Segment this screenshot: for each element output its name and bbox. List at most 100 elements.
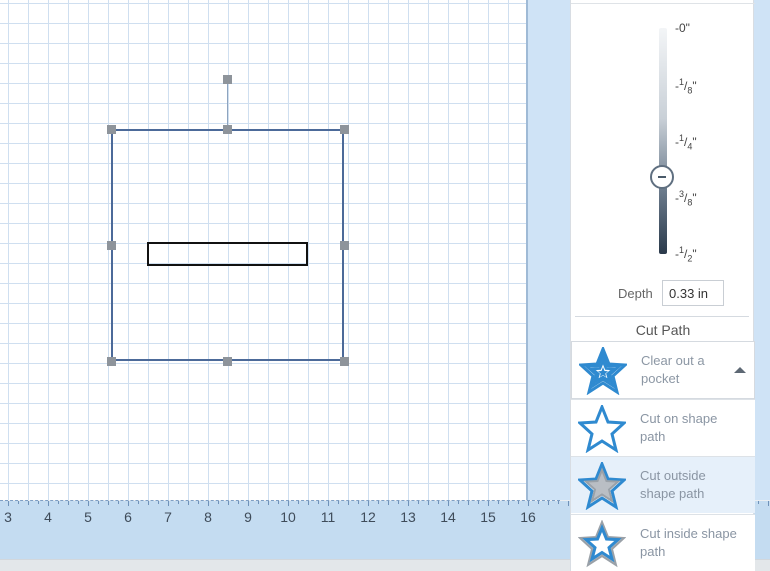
ruler-tick bbox=[98, 501, 99, 504]
ruler-tick bbox=[448, 501, 449, 506]
ruler-tick bbox=[268, 501, 269, 505]
ruler-tick bbox=[138, 501, 139, 504]
ruler-tick bbox=[208, 501, 209, 506]
ruler-tick bbox=[348, 501, 349, 505]
option-cut-outside[interactable]: Cut outside shape path bbox=[571, 456, 755, 513]
ruler-tick bbox=[188, 501, 189, 505]
cut-path-selected-label: Clear out a pocket bbox=[641, 353, 705, 386]
ruler-tick bbox=[118, 501, 119, 504]
ruler-tick bbox=[218, 501, 219, 504]
ruler-tick bbox=[378, 501, 379, 504]
ruler-tick bbox=[398, 501, 399, 504]
ruler-tick bbox=[78, 501, 79, 504]
ruler-tick bbox=[58, 501, 59, 504]
ruler-tick bbox=[108, 501, 109, 505]
ruler-label: 9 bbox=[244, 509, 252, 525]
ruler-tick bbox=[418, 501, 419, 504]
resize-handle-bottom-right[interactable] bbox=[340, 357, 349, 366]
ruler-tick bbox=[48, 501, 49, 506]
ruler-tick bbox=[18, 501, 19, 504]
ruler-tick bbox=[558, 501, 559, 504]
resize-handle-bottom[interactable] bbox=[223, 357, 232, 366]
ruler-tick bbox=[528, 501, 529, 506]
resize-handle-top[interactable] bbox=[223, 125, 232, 134]
ruler-tick bbox=[168, 501, 169, 506]
option-label: Cut outside shape path bbox=[640, 468, 706, 501]
ruler-tick bbox=[38, 501, 39, 504]
ruler-label: 16 bbox=[520, 509, 536, 525]
resize-handle-left[interactable] bbox=[107, 241, 116, 250]
option-cut-on-path[interactable]: Cut on shape path bbox=[571, 399, 755, 456]
ruler-tick bbox=[258, 501, 259, 504]
ruler-tick bbox=[338, 501, 339, 504]
ruler-tick bbox=[488, 501, 489, 506]
ruler-tick bbox=[358, 501, 359, 504]
rotation-stem bbox=[227, 84, 228, 130]
depth-tick-1-4: -1/4" bbox=[675, 133, 697, 152]
rotate-handle[interactable] bbox=[223, 75, 232, 84]
ruler-tick bbox=[388, 501, 389, 505]
ruler-tick bbox=[508, 501, 509, 505]
resize-handle-top-right[interactable] bbox=[340, 125, 349, 134]
ruler-tick bbox=[198, 501, 199, 504]
ruler-tick bbox=[308, 501, 309, 505]
ruler-tick bbox=[88, 501, 89, 506]
option-cut-inside[interactable]: Cut inside shape path bbox=[571, 514, 755, 571]
ruler-tick bbox=[178, 501, 179, 504]
ruler-tick bbox=[428, 501, 429, 505]
ruler-label: 7 bbox=[164, 509, 172, 525]
depth-tick-1-2: -1/2" bbox=[675, 245, 697, 264]
resize-handle-bottom-left[interactable] bbox=[107, 357, 116, 366]
depth-tick-1-8: -1/8" bbox=[675, 77, 697, 96]
ruler-tick bbox=[278, 501, 279, 504]
panel-top-border bbox=[571, 0, 755, 4]
cut-path-title: Cut Path bbox=[635, 322, 691, 338]
ruler-tick bbox=[518, 501, 519, 504]
ruler-tick bbox=[28, 501, 29, 505]
star-outside-icon bbox=[578, 462, 626, 510]
ruler-tick bbox=[438, 501, 439, 504]
cut-path-dropdown[interactable]: Clear out a pocket bbox=[571, 341, 755, 399]
ruler-label: 5 bbox=[84, 509, 92, 525]
ruler-label: 6 bbox=[124, 509, 132, 525]
ruler-tick bbox=[498, 501, 499, 504]
ruler-label: 8 bbox=[204, 509, 212, 525]
ruler-tick bbox=[458, 501, 459, 504]
depth-slider-track[interactable] bbox=[659, 28, 667, 254]
chevron-up-icon bbox=[734, 367, 746, 373]
ruler-label: 3 bbox=[4, 509, 12, 525]
ruler-tick bbox=[368, 501, 369, 506]
ruler-tick bbox=[478, 501, 479, 504]
ruler-tick bbox=[158, 501, 159, 504]
ruler-tick bbox=[318, 501, 319, 504]
depth-label: Depth bbox=[618, 286, 653, 301]
option-label: Cut inside shape path bbox=[640, 526, 737, 559]
ruler-tick bbox=[148, 501, 149, 505]
ruler-label: 11 bbox=[320, 509, 336, 525]
ruler-tick bbox=[408, 501, 409, 506]
depth-slider-knob[interactable] bbox=[650, 165, 674, 190]
star-inside-icon bbox=[578, 520, 626, 568]
ruler-tick bbox=[548, 501, 549, 505]
ruler-tick bbox=[248, 501, 249, 506]
ruler-tick bbox=[768, 501, 769, 506]
ruler-tick bbox=[68, 501, 69, 505]
ruler-tick bbox=[228, 501, 229, 505]
resize-handle-right[interactable] bbox=[340, 241, 349, 250]
ruler-tick bbox=[128, 501, 129, 506]
cut-settings-panel: -0" -1/8" -1/4" -3/8" -1/2" Depth Cut Pa… bbox=[570, 0, 755, 571]
ruler-label: 12 bbox=[360, 509, 376, 525]
star-pocket-icon bbox=[579, 347, 627, 395]
ruler-tick bbox=[328, 501, 329, 506]
ruler-label: 13 bbox=[400, 509, 416, 525]
ruler-label: 4 bbox=[44, 509, 52, 525]
ruler-tick bbox=[468, 501, 469, 505]
slot-shape[interactable] bbox=[147, 242, 308, 266]
depth-tick-3-8: -3/8" bbox=[675, 189, 697, 208]
resize-handle-top-left[interactable] bbox=[107, 125, 116, 134]
ruler-tick bbox=[568, 501, 569, 506]
ruler-label: 14 bbox=[440, 509, 456, 525]
ruler-tick bbox=[238, 501, 239, 504]
option-label: Cut on shape path bbox=[640, 411, 718, 444]
depth-input[interactable] bbox=[662, 280, 724, 306]
